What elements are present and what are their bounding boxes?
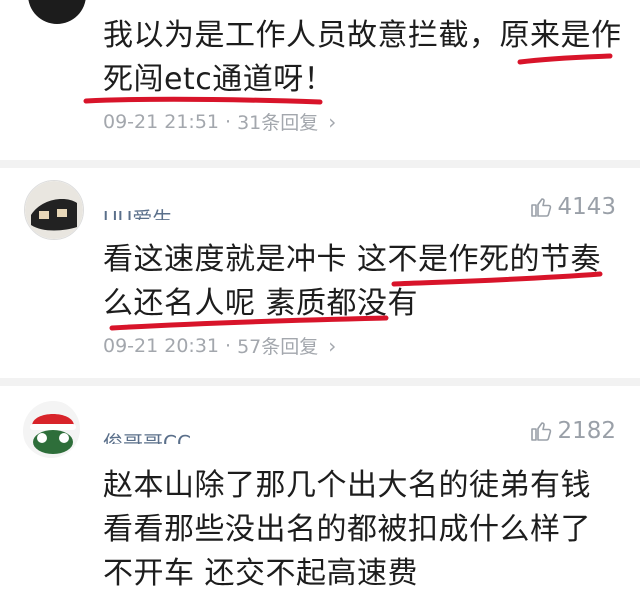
chevron-right-icon: › [328,333,337,358]
like-count: 2182 [557,418,616,444]
avatar[interactable] [22,400,80,458]
meta-separator: · [225,334,232,357]
thumb-up-icon [531,422,552,441]
comment-time: 09-21 20:31 [103,334,220,357]
username[interactable]: 俊哥哥CC [103,430,191,444]
divider [0,378,640,386]
comment-item: 我以为是工作人员故意拦截，原来是作死闯etc通道呀！ 09-21 21:51 ·… [0,0,640,160]
comment-text: 赵本山除了那几个出大名的徒弟有钱 看看那些没出名的都被扣成什么样了 不开车 还交… [103,468,591,591]
comment-meta[interactable]: 09-21 21:51 · 31条回复 › [103,108,336,135]
comment-meta[interactable]: 09-21 20:31 · 57条回复 › [103,332,336,359]
comment-time: 09-21 21:51 [103,110,220,133]
avatar-image [23,401,80,458]
comment-item: 俊哥哥CC 2182 赵本山除了那几个出大名的徒弟有钱 看看那些没出名的都被扣成… [0,386,640,591]
comment-item: UU爱生 4143 看这速度就是冲卡 这不是作死的节奏么还名人呢 素质都没有 0… [0,168,640,378]
meta-separator: · [225,110,232,133]
divider [0,160,640,168]
reply-count: 31条回复 [237,112,319,134]
like-button[interactable]: 2182 [529,418,616,444]
reply-count: 57条回复 [237,336,319,358]
chevron-right-icon: › [328,109,337,134]
